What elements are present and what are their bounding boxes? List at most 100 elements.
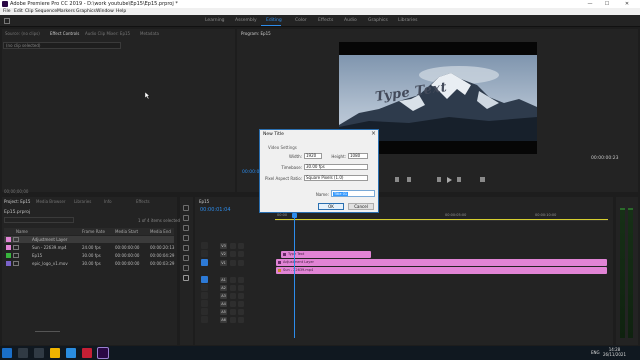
track-visibility-icon[interactable] [238,251,244,257]
track-target-toggle[interactable] [201,276,208,283]
menu-help[interactable]: Help [116,8,126,15]
track-mute-icon[interactable] [230,277,236,283]
column-media-start[interactable]: Media Start [115,229,138,234]
menu-clip[interactable]: Clip [25,8,34,15]
tab-info[interactable]: Info [104,199,112,204]
slip-tool-icon[interactable] [183,245,189,251]
track-visibility-icon[interactable] [238,260,244,266]
search-icon[interactable] [18,348,28,358]
menu-file[interactable]: File [3,8,11,15]
timebase-select[interactable]: 30.00 fps [304,164,368,170]
track-mute-icon[interactable] [230,285,236,291]
taskbar-clock[interactable]: 14:28 26/11/2021 [603,347,626,357]
height-field[interactable]: 1080 [348,153,368,159]
workspace-audio[interactable]: Audio [344,18,357,23]
file-explorer-icon[interactable] [50,348,60,358]
ok-button[interactable]: OK [318,203,344,210]
track-mute-icon[interactable] [230,293,236,299]
track-solo-icon[interactable] [238,317,244,323]
track-target-toggle[interactable] [201,242,208,249]
tab-effect-controls[interactable]: Effect Controls [50,31,79,36]
mark-out-icon[interactable] [407,177,411,182]
track-target-toggle[interactable] [201,284,208,291]
tab-program[interactable]: Program: Ep15 [241,31,271,36]
icon-size-slider[interactable] [35,331,60,332]
type-tool-icon[interactable] [183,275,189,281]
tab-media-browser[interactable]: Media Browser [36,199,66,204]
tab-audio-clip-mixer[interactable]: Audio Clip Mixer: Ep15 [85,31,130,36]
close-button[interactable]: ✕ [620,0,634,8]
workspace-libraries[interactable]: Libraries [398,18,417,23]
clip-selector-dropdown[interactable]: (no clip selected) [3,42,121,49]
menu-graphics[interactable]: Graphics [76,8,96,15]
pen-tool-icon[interactable] [183,255,189,261]
track-solo-icon[interactable] [238,293,244,299]
tab-source[interactable]: Source: (no clips) [5,31,40,36]
workspace-learning[interactable]: Learning [205,18,225,23]
workspace-editing[interactable]: Editing [266,18,282,23]
track-lock-icon[interactable] [230,251,236,257]
browser-icon[interactable] [66,348,76,358]
timeline-timecode[interactable]: 00:00:01:04 [200,207,231,213]
track-solo-icon[interactable] [238,285,244,291]
premiere-taskbar-icon[interactable] [97,347,109,359]
input-language[interactable]: ENG [591,350,600,355]
track-target-toggle[interactable] [201,300,208,307]
windows-start-icon[interactable] [2,348,12,358]
menu-edit[interactable]: Edit [14,8,23,15]
column-frame-rate[interactable]: Frame Rate [82,229,105,234]
mark-in-icon[interactable] [395,177,399,182]
play-icon[interactable] [447,177,452,183]
ripple-edit-tool-icon[interactable] [183,225,189,231]
track-target-toggle[interactable] [201,292,208,299]
workspace-effects[interactable]: Effects [318,18,333,23]
track-mute-icon[interactable] [230,317,236,323]
work-area-bar[interactable] [275,219,608,220]
timeline-clip[interactable]: Adjustment Layer [276,259,607,266]
workspace-color[interactable]: Color [295,18,307,23]
column-name[interactable]: Name [16,229,28,234]
minimize-button[interactable]: — [583,0,597,8]
workspace-graphics[interactable]: Graphics [368,18,388,23]
task-view-icon[interactable] [34,348,44,358]
width-field[interactable]: 1920 [304,153,322,159]
project-item-row[interactable]: Adjustment Layer [4,236,174,243]
step-forward-icon[interactable] [457,177,461,182]
menu-markers[interactable]: Markers [57,8,75,15]
title-name-input[interactable]: Title 01 [331,190,375,197]
step-back-icon[interactable] [437,177,441,182]
track-mute-icon[interactable] [230,309,236,315]
tab-libraries[interactable]: Libraries [74,199,91,204]
track-visibility-icon[interactable] [238,243,244,249]
project-item-row[interactable]: epic_logo_v1.mov 30.00 fps 00:00:00:00 0… [4,260,174,267]
timeline-clip[interactable]: Sun - 22639.mp4 [276,267,607,274]
dialog-close-icon[interactable]: × [371,130,376,137]
track-select-tool-icon[interactable] [183,215,189,221]
track-solo-icon[interactable] [238,301,244,307]
track-mute-icon[interactable] [230,301,236,307]
workspace-assembly[interactable]: Assembly [235,18,257,23]
project-item-row[interactable]: Sun - 22639.mp4 24.00 fps 00:00:00:00 00… [4,244,174,251]
track-target-toggle[interactable] [201,316,208,323]
tab-effects[interactable]: Effects [136,199,150,204]
project-search-input[interactable] [4,217,74,223]
track-target-toggle[interactable] [201,308,208,315]
pixel-aspect-ratio-select[interactable]: Square Pixels (1.0) [304,175,368,181]
track-lock-icon[interactable] [230,243,236,249]
track-lock-icon[interactable] [230,260,236,266]
column-media-end[interactable]: Media End [150,229,171,234]
track-solo-icon[interactable] [238,277,244,283]
tab-project[interactable]: Project: Ep15 [4,199,30,204]
track-target-toggle[interactable] [201,259,208,266]
home-icon[interactable] [4,18,10,24]
project-item-row[interactable]: Ep15 30.00 fps 00:00:00:00 00:00:04:29 [4,252,174,259]
maximize-button[interactable]: ☐ [600,0,614,8]
tab-metadata[interactable]: Metadata [140,31,159,36]
track-solo-icon[interactable] [238,309,244,315]
tab-sequence[interactable]: Ep15 [199,199,209,204]
export-frame-icon[interactable] [480,177,485,182]
cancel-button[interactable]: Cancel [348,203,374,210]
track-target-toggle[interactable] [201,250,208,257]
app-icon-red[interactable] [82,348,92,358]
razor-tool-icon[interactable] [183,235,189,241]
